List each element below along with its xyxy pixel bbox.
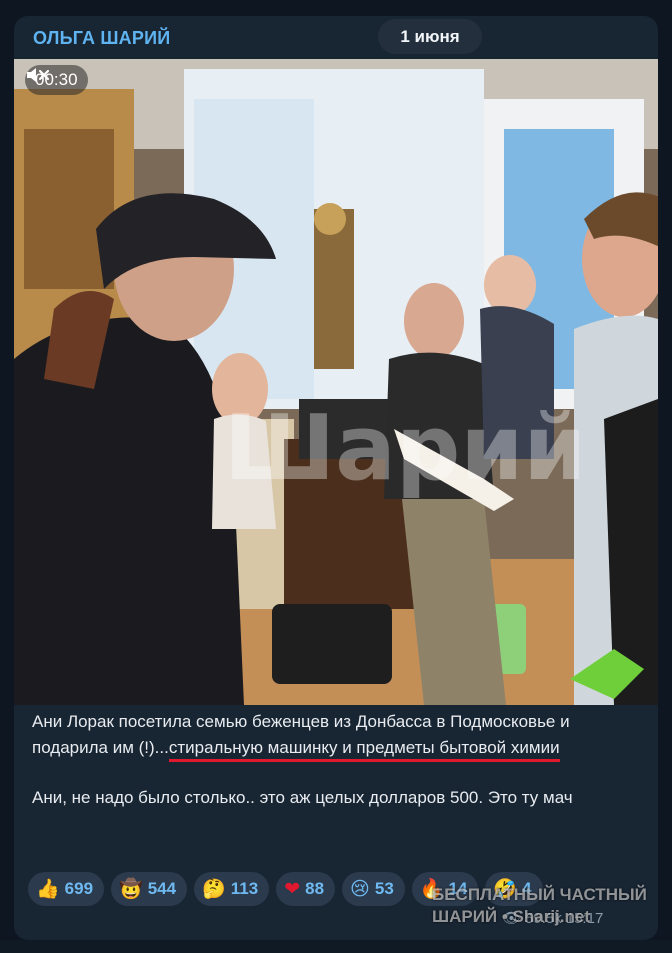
- reaction-count: 53: [374, 879, 394, 898]
- video-watermark: Шарий: [224, 396, 586, 501]
- reaction-count: 113: [230, 879, 259, 898]
- watermark-line-2: ШАРИЙ • Sharij.net: [432, 907, 590, 926]
- watermark-line-1: БЕСПЛАТНЫЙ ЧАСТНЫЙ: [432, 885, 647, 904]
- crying-face-icon: 😢: [350, 877, 370, 900]
- caption-paragraph-1: Ани Лорак посетила семью беженцев из Дон…: [32, 709, 644, 762]
- reaction-crying[interactable]: 😢 53: [342, 872, 405, 906]
- reaction-count: 88: [305, 879, 325, 898]
- video-frame: Шарий: [14, 59, 658, 705]
- reaction-cowboy[interactable]: 🤠 544: [111, 872, 188, 906]
- reaction-count: 544: [147, 879, 177, 898]
- reaction-heart[interactable]: ❤ 88: [276, 872, 336, 906]
- thinking-face-icon: 🤔: [202, 877, 226, 900]
- overlay-watermark: БЕСПЛАТНЫЙ ЧАСТНЫЙ ШАРИЙ • Sharij.net: [432, 884, 658, 928]
- caption-paragraph-2: Ани, не надо было столько.. это аж целых…: [32, 788, 573, 807]
- video-player[interactable]: Шарий 00:30: [14, 59, 658, 705]
- post-caption: Ани Лорак посетила семью беженцев из Дон…: [32, 709, 644, 811]
- thumbs-up-icon: 👍: [36, 877, 60, 900]
- mute-icon[interactable]: [25, 65, 51, 85]
- caption-highlight: стиральную машинку и предметы бытовой хи…: [168, 738, 560, 762]
- feed-background: [0, 940, 672, 953]
- reaction-thumbs-up[interactable]: 👍 699: [28, 872, 105, 906]
- video-duration-badge[interactable]: 00:30: [25, 65, 88, 95]
- channel-post: ОЛЬГА ШАРИЙ 1 июня Шарий 00:30 Ани Лорак…: [14, 16, 658, 940]
- date-badge: 1 июня: [378, 19, 482, 54]
- heart-icon: ❤: [284, 877, 301, 900]
- reaction-count: 699: [64, 879, 94, 898]
- cowboy-face-icon: 🤠: [119, 877, 143, 900]
- channel-name[interactable]: ОЛЬГА ШАРИЙ: [33, 28, 170, 49]
- reaction-thinking[interactable]: 🤔 113: [194, 872, 270, 906]
